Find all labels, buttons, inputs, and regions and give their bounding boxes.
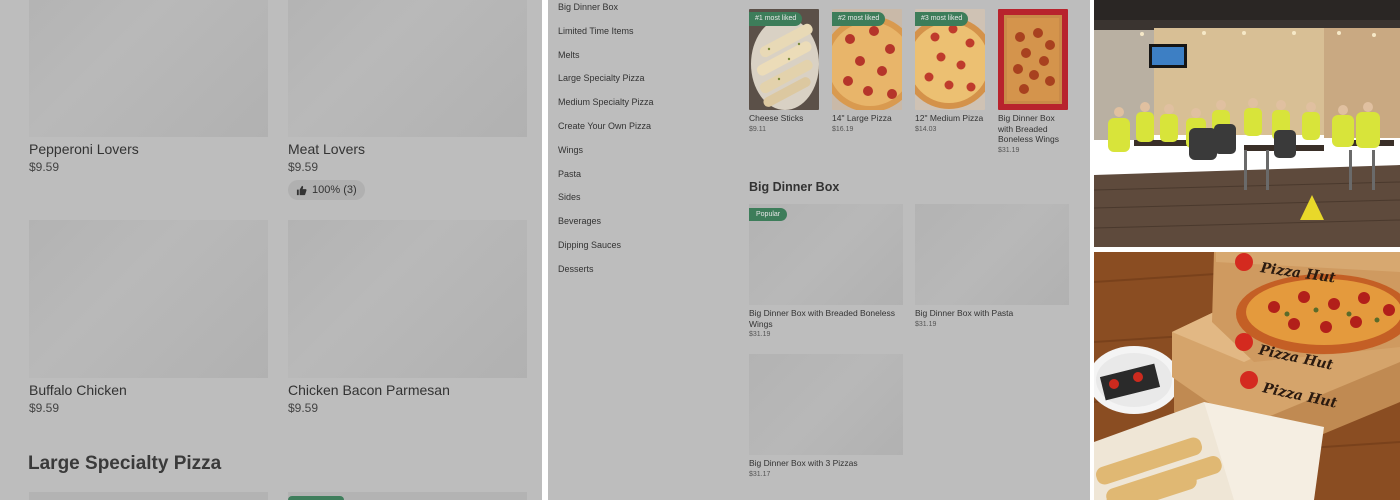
most-liked-badge: #2 most liked [832, 12, 886, 26]
menu-item-image [749, 354, 903, 455]
cheese-sticks-image: #1 most liked [749, 9, 819, 110]
item-name: Big Dinner Box with Breaded Boneless Win… [998, 113, 1059, 144]
menu-item-image [288, 220, 527, 378]
menu-item-name: Meat Lovers [288, 141, 366, 157]
menu-category-panel: Big Dinner Box Limited Time Items Melts … [548, 0, 1090, 500]
menu-item-card[interactable]: Popular Big Dinner Box with Breaded Bone… [749, 204, 903, 338]
item-price: $31.17 [749, 470, 771, 478]
item-price: $9.11 [749, 125, 766, 133]
menu-item-card[interactable]: Big Dinner Box with Pasta $31.19 [915, 204, 1069, 328]
category-nav-item[interactable]: Sides [558, 192, 581, 202]
menu-item-image [915, 204, 1069, 305]
item-name: Cheese Sticks [749, 113, 804, 123]
category-nav-item[interactable]: Beverages [558, 216, 601, 226]
category-nav-item[interactable]: Pasta [558, 169, 581, 179]
menu-item-price: $9.59 [288, 160, 319, 174]
menu-item-name: Chicken Bacon Parmesan [288, 382, 450, 398]
menu-item-name: Buffalo Chicken [29, 382, 127, 398]
item-price: $16.19 [832, 125, 854, 133]
category-nav-item[interactable]: Limited Time Items [558, 26, 634, 36]
menu-item-card[interactable]: Buffalo Chicken $9.59 [29, 220, 268, 416]
most-liked-card[interactable]: Big Dinner Box with Breaded Boneless Win… [998, 9, 1068, 154]
popular-badge: Popular [749, 208, 788, 221]
pizza-box-photo: Pizza Hut Pizza Hut Pizza Hut [1094, 252, 1400, 500]
most-liked-card[interactable]: #2 most liked 14" Large Pizza $16.19 [832, 9, 902, 133]
menu-item-price: $9.59 [29, 401, 60, 415]
category-nav-item[interactable]: Wings [558, 145, 583, 155]
item-price: $31.19 [998, 146, 1020, 154]
menu-item-image [29, 220, 268, 378]
large-pizza-image: #2 most liked [832, 9, 902, 110]
menu-item-price: $9.59 [288, 401, 319, 415]
category-nav-item[interactable]: Desserts [558, 264, 594, 274]
section-heading: Large Specialty Pizza [28, 453, 222, 474]
most-liked-card[interactable]: #3 most liked 12" Medium Pizza $14.03 [915, 9, 985, 133]
item-price: $31.19 [749, 331, 771, 338]
restaurant-interior-photo [1094, 0, 1400, 247]
rating-badge: 100% (3) [288, 180, 365, 200]
menu-item-image[interactable] [29, 492, 268, 500]
item-price: $31.19 [915, 320, 937, 328]
item-name: 14" Large Pizza [832, 113, 892, 123]
medium-pizza-image: #3 most liked [915, 9, 985, 110]
item-badge [288, 496, 344, 500]
menu-item-image [29, 0, 268, 137]
menu-item-image: Popular [749, 204, 903, 305]
menu-item-card[interactable]: Meat Lovers $9.59 100% (3) [288, 0, 527, 201]
rating-text: 100% (3) [312, 184, 357, 196]
menu-item-card[interactable]: Chicken Bacon Parmesan $9.59 [288, 220, 527, 416]
item-name: Big Dinner Box with Breaded Boneless Win… [749, 308, 895, 329]
item-price: $14.03 [915, 125, 937, 133]
menu-item-name: Pepperoni Lovers [29, 141, 139, 157]
category-nav-item[interactable]: Melts [558, 50, 580, 60]
item-name: 12" Medium Pizza [915, 113, 984, 123]
dinner-box-image [998, 9, 1068, 110]
menu-item-card[interactable]: Pepperoni Lovers $9.59 [29, 0, 268, 175]
menu-item-card[interactable]: Big Dinner Box with 3 Pizzas $31.17 [749, 354, 903, 478]
menu-grid-panel: Pepperoni Lovers $9.59 Meat Lovers $9.59… [0, 0, 542, 500]
category-nav-item[interactable]: Big Dinner Box [558, 2, 618, 12]
category-nav-item[interactable]: Large Specialty Pizza [558, 73, 645, 83]
menu-item-image [288, 0, 527, 137]
category-nav-item[interactable]: Medium Specialty Pizza [558, 97, 654, 107]
menu-item-price: $9.59 [29, 160, 60, 174]
item-name: Big Dinner Box with Pasta [915, 308, 1014, 318]
most-liked-badge: #1 most liked [749, 12, 803, 26]
most-liked-badge: #3 most liked [915, 12, 969, 26]
thumbs-up-icon [296, 185, 307, 195]
category-nav-item[interactable]: Dipping Sauces [558, 240, 621, 250]
section-heading: Big Dinner Box [749, 180, 840, 194]
most-liked-card[interactable]: #1 most liked Cheese Sticks $9.11 [749, 9, 819, 133]
category-nav-item[interactable]: Create Your Own Pizza [558, 121, 651, 131]
item-name: Big Dinner Box with 3 Pizzas [749, 458, 858, 468]
